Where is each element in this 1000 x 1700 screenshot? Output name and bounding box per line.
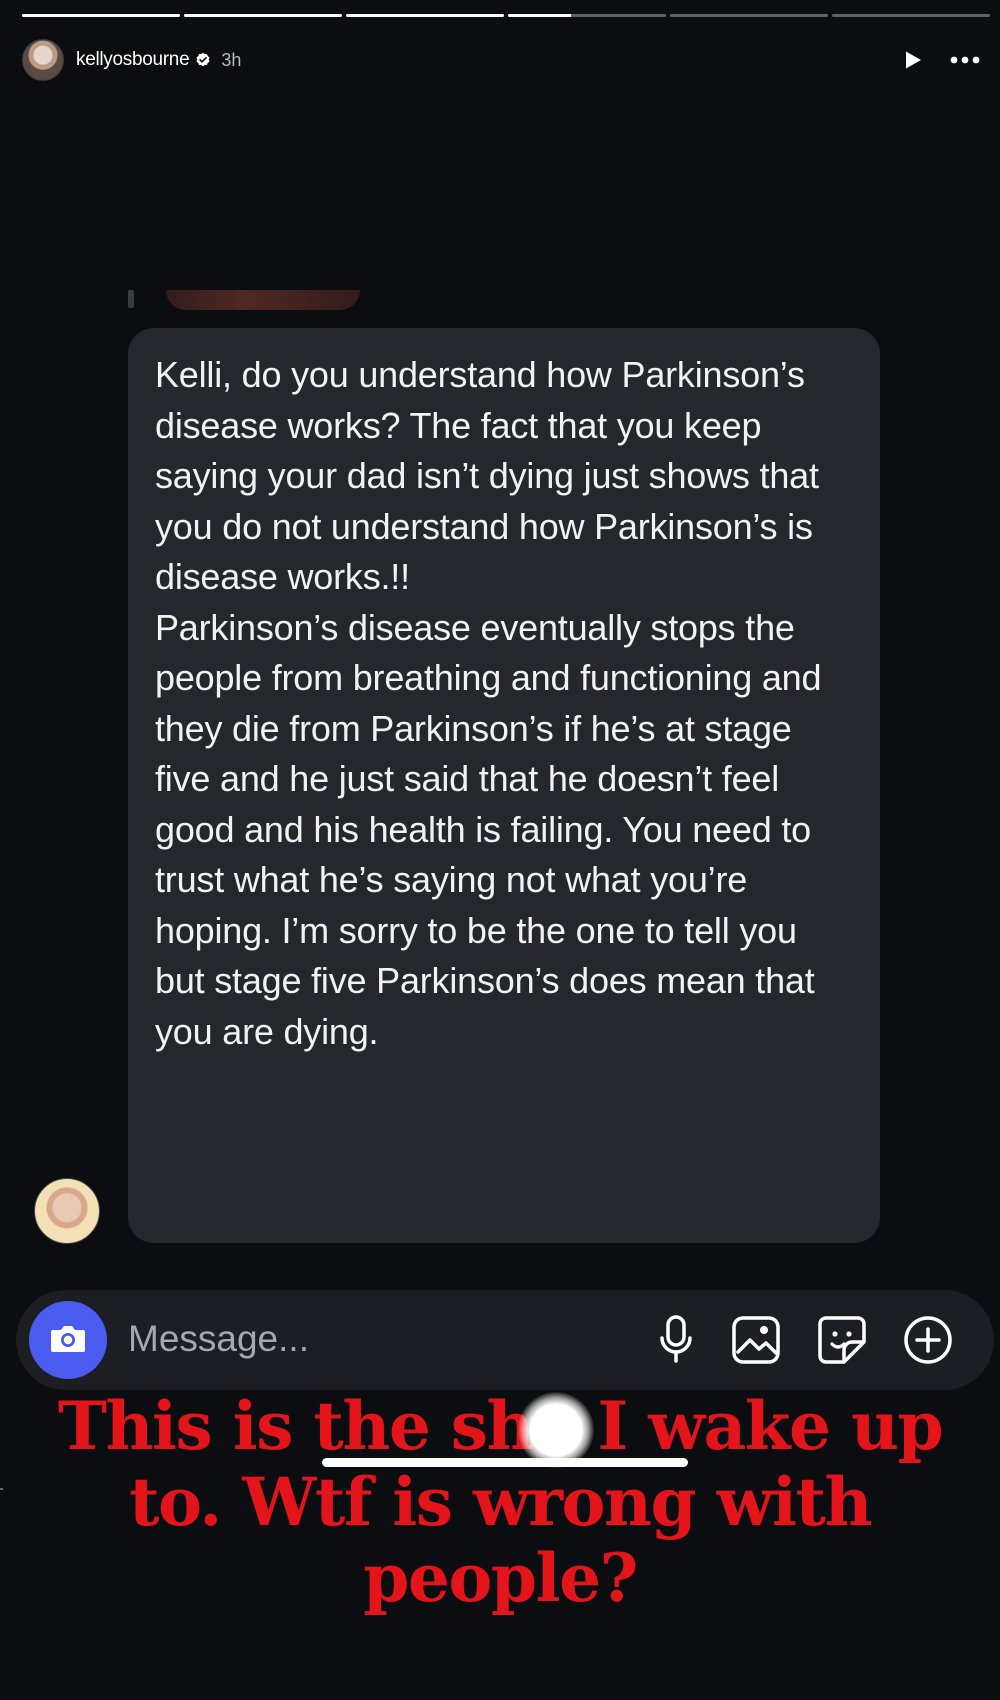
progress-segment xyxy=(832,14,990,17)
caption-line: to. Wtf is wrong with xyxy=(128,1463,873,1541)
story-progress-bar xyxy=(22,14,990,17)
more-icon[interactable] xyxy=(950,56,980,64)
edge-mark xyxy=(0,1488,3,1490)
message-paragraph: Parkinson’s disease eventually stops the… xyxy=(155,606,822,1052)
play-icon[interactable] xyxy=(902,49,924,71)
story-caption: This is the sh I wake up to. Wtf is wron… xyxy=(0,1388,1000,1616)
verified-badge-icon xyxy=(195,52,211,68)
progress-segment xyxy=(508,14,666,17)
quoted-media-thumbnail xyxy=(166,290,360,310)
progress-segment xyxy=(22,14,180,17)
profile-avatar[interactable] xyxy=(22,39,64,81)
camera-button[interactable] xyxy=(29,1301,107,1379)
message-text: Kelli, do you understand how Parkinson’s… xyxy=(155,350,856,1057)
progress-segment xyxy=(670,14,828,17)
story-header: kellyosbourne 3h xyxy=(22,38,980,82)
caption-line: This is the sh I wake up xyxy=(57,1387,944,1465)
message-paragraph: Kelli, do you understand how Parkinson’s… xyxy=(155,354,819,597)
story-viewer: kellyosbourne 3h Kelli, do you understan… xyxy=(0,0,1000,1700)
camera-icon xyxy=(49,1322,87,1359)
progress-segment xyxy=(184,14,342,17)
post-time: 3h xyxy=(221,49,242,70)
caption-line: people? xyxy=(363,1539,638,1617)
microphone-icon[interactable] xyxy=(656,1314,696,1366)
progress-segment xyxy=(346,14,504,17)
message-bubble: Kelli, do you understand how Parkinson’s… xyxy=(128,328,880,1243)
reply-indicator xyxy=(128,290,134,308)
message-composer: Message... xyxy=(16,1290,994,1390)
sender-avatar[interactable] xyxy=(34,1178,100,1244)
message-input[interactable]: Message... xyxy=(128,1318,309,1360)
gallery-icon[interactable] xyxy=(730,1314,782,1366)
sticker-icon[interactable] xyxy=(816,1314,868,1366)
censor-blur xyxy=(518,1392,594,1468)
caption-underline xyxy=(322,1458,688,1467)
username[interactable]: kellyosbourne xyxy=(76,49,190,71)
plus-icon[interactable] xyxy=(902,1314,954,1366)
